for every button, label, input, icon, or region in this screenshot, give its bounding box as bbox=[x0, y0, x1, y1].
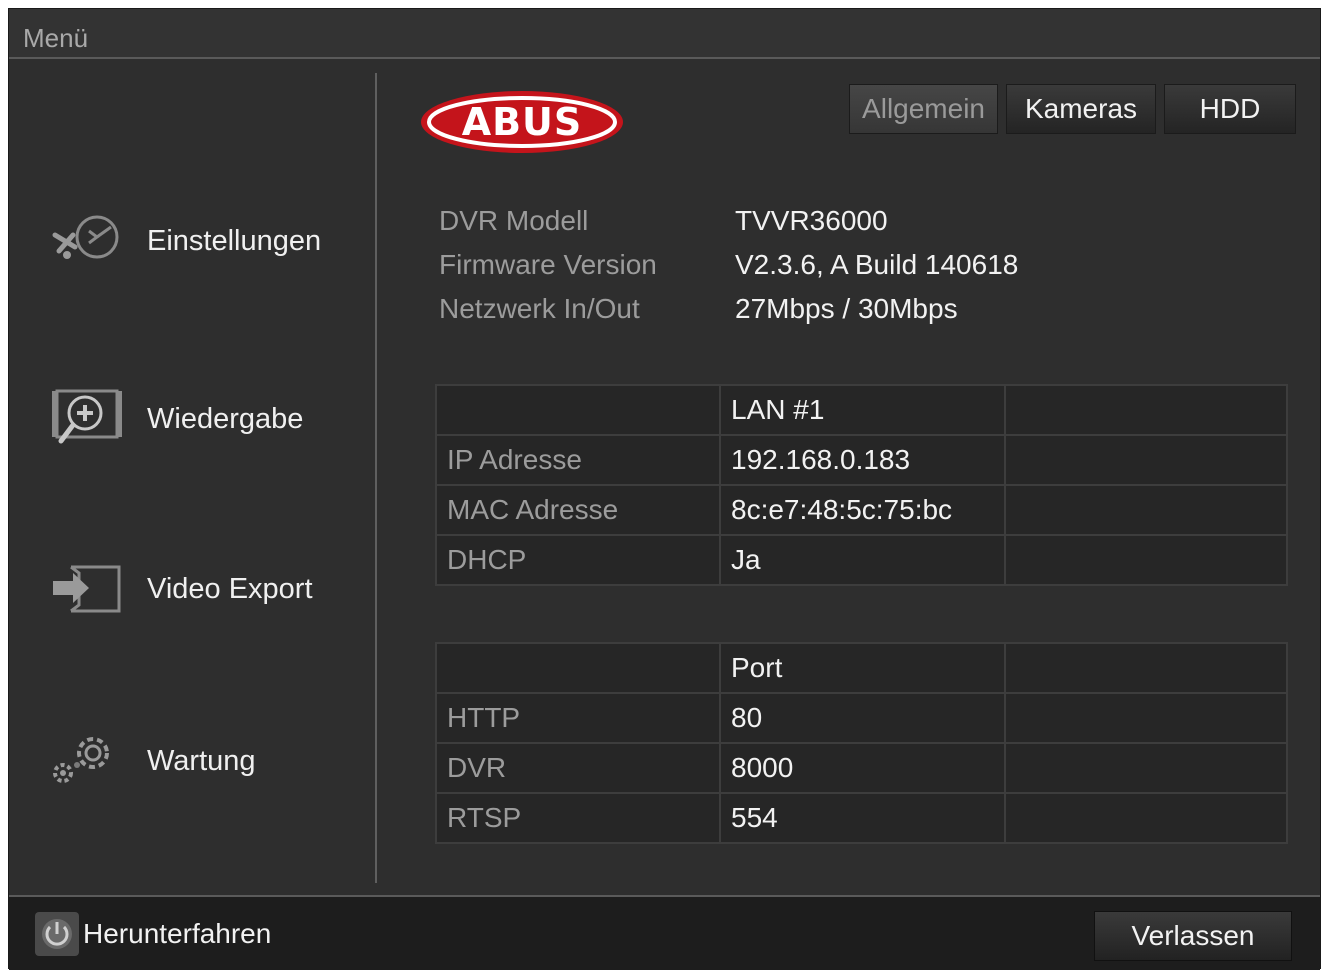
table-row: IP Adresse 192.168.0.183 bbox=[435, 434, 1288, 486]
table-row: MAC Adresse 8c:e7:48:5c:75:bc bbox=[435, 484, 1288, 536]
table-header-row: LAN #1 bbox=[435, 384, 1288, 436]
table-row: RTSP 554 bbox=[435, 792, 1288, 844]
abus-logo: ABUS bbox=[421, 91, 623, 153]
info-key: Firmware Version bbox=[439, 249, 657, 280]
info-key: Netzwerk In/Out bbox=[439, 293, 640, 324]
info-value: V2.3.6, A Build 140618 bbox=[735, 249, 1019, 280]
tab-kameras[interactable]: Kameras bbox=[1006, 84, 1156, 134]
table-value-cell: 8c:e7:48:5c:75:bc bbox=[719, 484, 1006, 536]
sidebar-item-einstellungen[interactable]: Einstellungen bbox=[49, 205, 349, 275]
tab-bar: Allgemein Kameras HDD bbox=[849, 84, 1296, 134]
tab-allgemein[interactable]: Allgemein bbox=[849, 84, 998, 134]
table-row: HTTP 80 bbox=[435, 692, 1288, 744]
table-value-cell: 192.168.0.183 bbox=[719, 434, 1006, 486]
table-key-cell: HTTP bbox=[435, 692, 721, 744]
title-bar: Menü bbox=[9, 9, 1320, 59]
table-header-cell: LAN #1 bbox=[719, 384, 1006, 436]
sidebar-item-label: Wartung bbox=[147, 745, 256, 777]
sidebar-item-label: Wiedergabe bbox=[147, 403, 304, 435]
info-row: DVR Modell TVVR36000 bbox=[439, 201, 1139, 245]
window-title: Menü bbox=[23, 23, 89, 53]
table-value-cell: Ja bbox=[719, 534, 1006, 586]
tab-hdd[interactable]: HDD bbox=[1164, 84, 1296, 134]
table-key-cell: MAC Adresse bbox=[435, 484, 721, 536]
table-header-cell bbox=[435, 642, 721, 694]
port-table: Port HTTP 80 DVR 8000 RTSP 554 bbox=[435, 642, 1288, 844]
table-value-cell: 80 bbox=[719, 692, 1006, 744]
table-empty-cell bbox=[1004, 434, 1288, 486]
info-value: 27Mbps / 30Mbps bbox=[735, 293, 958, 324]
sidebar-item-wartung[interactable]: Wartung bbox=[49, 725, 349, 795]
table-header-row: Port bbox=[435, 642, 1288, 694]
info-key: DVR Modell bbox=[439, 205, 589, 236]
table-key-cell: DHCP bbox=[435, 534, 721, 586]
table-key-cell: DVR bbox=[435, 742, 721, 794]
export-icon bbox=[53, 565, 121, 613]
main-content: ABUS Allgemein Kameras HDD DVR Modell TV… bbox=[377, 61, 1322, 895]
table-header-cell bbox=[435, 384, 721, 436]
table-row: DHCP Ja bbox=[435, 534, 1288, 586]
table-empty-cell bbox=[1004, 742, 1288, 794]
table-header-cell: Port bbox=[719, 642, 1006, 694]
playback-icon bbox=[52, 389, 122, 444]
sidebar-item-label: Video Export bbox=[147, 573, 313, 605]
shutdown-button[interactable]: Herunterfahren bbox=[35, 911, 271, 957]
table-empty-cell bbox=[1004, 692, 1288, 744]
info-row: Netzwerk In/Out 27Mbps / 30Mbps bbox=[439, 289, 1139, 333]
network-table: LAN #1 IP Adresse 192.168.0.183 MAC Adre… bbox=[435, 384, 1288, 586]
table-header-cell bbox=[1004, 642, 1288, 694]
sidebar-item-wiedergabe[interactable]: Wiedergabe bbox=[49, 383, 349, 453]
device-info: DVR Modell TVVR36000 Firmware Version V2… bbox=[439, 201, 1139, 333]
power-icon bbox=[35, 912, 79, 956]
table-empty-cell bbox=[1004, 484, 1288, 536]
sidebar: Einstellungen Wiedergabe Video Export Wa… bbox=[9, 61, 375, 895]
table-value-cell: 554 bbox=[719, 792, 1006, 844]
info-row: Firmware Version V2.3.6, A Build 140618 bbox=[439, 245, 1139, 289]
menu-window: Menü Einstellungen Wiedergabe Video Expo… bbox=[8, 8, 1322, 970]
sidebar-item-label: Einstellungen bbox=[147, 225, 322, 257]
table-empty-cell bbox=[1004, 534, 1288, 586]
info-value: TVVR36000 bbox=[735, 205, 888, 236]
tools-icon bbox=[52, 215, 119, 259]
table-header-cell bbox=[1004, 384, 1288, 436]
table-row: DVR 8000 bbox=[435, 742, 1288, 794]
logo-text: ABUS bbox=[462, 100, 583, 144]
table-key-cell: RTSP bbox=[435, 792, 721, 844]
footer-bar: Herunterfahren Verlassen bbox=[9, 895, 1320, 970]
shutdown-label: Herunterfahren bbox=[83, 918, 272, 949]
table-key-cell: IP Adresse bbox=[435, 434, 721, 486]
gears-icon bbox=[53, 737, 109, 783]
table-value-cell: 8000 bbox=[719, 742, 1006, 794]
table-empty-cell bbox=[1004, 792, 1288, 844]
exit-button[interactable]: Verlassen bbox=[1094, 911, 1292, 961]
sidebar-item-video-export[interactable]: Video Export bbox=[49, 553, 349, 623]
